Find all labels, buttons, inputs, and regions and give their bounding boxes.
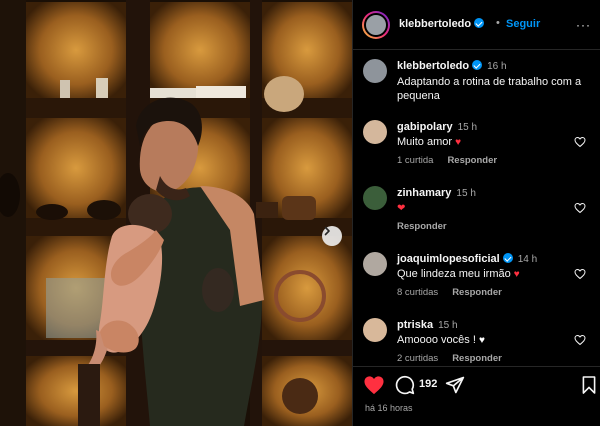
bookmark-icon[interactable] (581, 375, 597, 395)
comment-time: 15 h (456, 188, 476, 199)
reply-button[interactable]: Responder (447, 155, 497, 166)
post-timestamp[interactable]: há 16 horas (365, 403, 413, 413)
reply-button[interactable]: Responder (452, 353, 502, 364)
commenter-avatar[interactable] (363, 120, 387, 144)
post-photo[interactable] (0, 0, 352, 426)
comment-count: 192 (419, 378, 438, 390)
comment-text: ❤︎ (397, 201, 585, 216)
comment-likes[interactable]: 1 curtida (397, 155, 433, 166)
comment-like-heart-icon[interactable] (574, 136, 586, 148)
next-photo-button[interactable] (322, 226, 342, 246)
caption-author[interactable]: klebbertoledo 16 h (397, 60, 507, 72)
comment-time: 14 h (517, 254, 538, 265)
commenter-username[interactable]: ptriska 15 h (397, 319, 458, 331)
send-icon[interactable] (445, 375, 465, 395)
comment-like-heart-icon[interactable] (574, 334, 586, 346)
chevron-right-icon (324, 226, 330, 236)
comment-like-heart-icon[interactable] (574, 268, 586, 280)
more-options-icon[interactable]: ··· (576, 18, 591, 32)
follow-button[interactable]: Seguir (506, 18, 540, 30)
photo-scene (0, 0, 352, 426)
comment-meta: Responder (397, 221, 461, 232)
post-side-panel: klebbertoledo • Seguir ··· klebbertoledo… (352, 0, 600, 426)
heart-eyes-emoji-icon: ❤︎ (397, 203, 406, 214)
caption-text: Adaptando a rotina de trabalho com a peq… (397, 76, 582, 102)
heart-filled-icon[interactable] (363, 375, 385, 395)
comment-likes[interactable]: 8 curtidas (397, 287, 438, 298)
separator-dot: • (496, 17, 500, 29)
comment-icon[interactable] (395, 375, 415, 395)
post-header: klebbertoledo • Seguir ··· (353, 0, 600, 50)
verified-badge-icon (474, 18, 485, 28)
comment-meta: 8 curtidas Responder (397, 287, 516, 298)
comment-likes[interactable]: 2 curtidas (397, 353, 438, 364)
caption-author-avatar[interactable] (363, 59, 387, 83)
white-heart-emoji-icon: ♥ (478, 335, 485, 346)
comment-meta: 2 curtidas Responder (397, 353, 516, 364)
author-username[interactable]: klebbertoledo (399, 18, 485, 30)
commenter-username[interactable]: joaquimlopesoficial 14 h (397, 253, 537, 265)
commenter-username[interactable]: zinhamary 15 h (397, 187, 476, 199)
commenter-avatar[interactable] (363, 318, 387, 342)
commenter-username[interactable]: gabipolary 15 h (397, 121, 477, 133)
comment-like-heart-icon[interactable] (574, 202, 586, 214)
comments-list: klebbertoledo 16 h Adaptando a rotina de … (353, 50, 600, 366)
commenter-avatar[interactable] (363, 186, 387, 210)
verified-badge-icon (502, 253, 513, 263)
action-bar: 192 há 16 horas (353, 366, 600, 426)
comment-text: Muito amor ♥ (397, 136, 462, 148)
comment-time: 15 h (438, 320, 458, 331)
caption-time: 16 h (487, 61, 507, 72)
comment-text: Amoooo vocês ! ♥ (397, 334, 485, 346)
comment-time: 15 h (457, 122, 478, 133)
verified-badge-icon (472, 60, 483, 70)
heart-emoji-icon: ♥ (455, 137, 462, 148)
comment-meta: 1 curtida Responder (397, 155, 511, 166)
author-avatar[interactable] (362, 11, 390, 39)
reply-button[interactable]: Responder (397, 221, 447, 232)
comment-text: Que lindeza meu irmão ♥ (397, 268, 520, 280)
heart-emoji-icon: ♥ (513, 269, 520, 280)
commenter-avatar[interactable] (363, 252, 387, 276)
reply-button[interactable]: Responder (452, 287, 502, 298)
